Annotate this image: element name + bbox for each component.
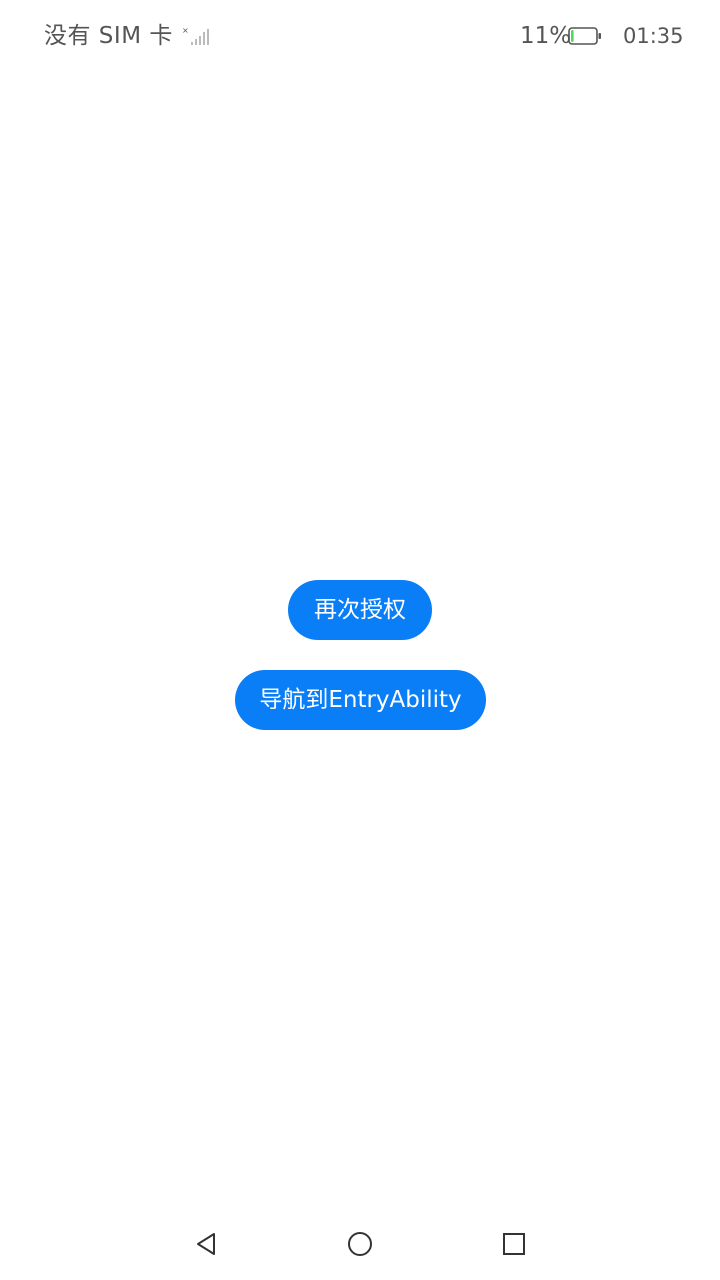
main-content: 再次授权 导航到EntryAbility (0, 0, 720, 1280)
system-nav-bar (0, 1208, 720, 1280)
reauthorize-button[interactable]: 再次授权 (288, 580, 432, 640)
home-circle-icon[interactable] (344, 1228, 376, 1260)
back-triangle-icon[interactable] (190, 1228, 222, 1260)
navigate-to-entryability-button[interactable]: 导航到EntryAbility (235, 670, 486, 730)
recent-square-icon[interactable] (498, 1228, 530, 1260)
